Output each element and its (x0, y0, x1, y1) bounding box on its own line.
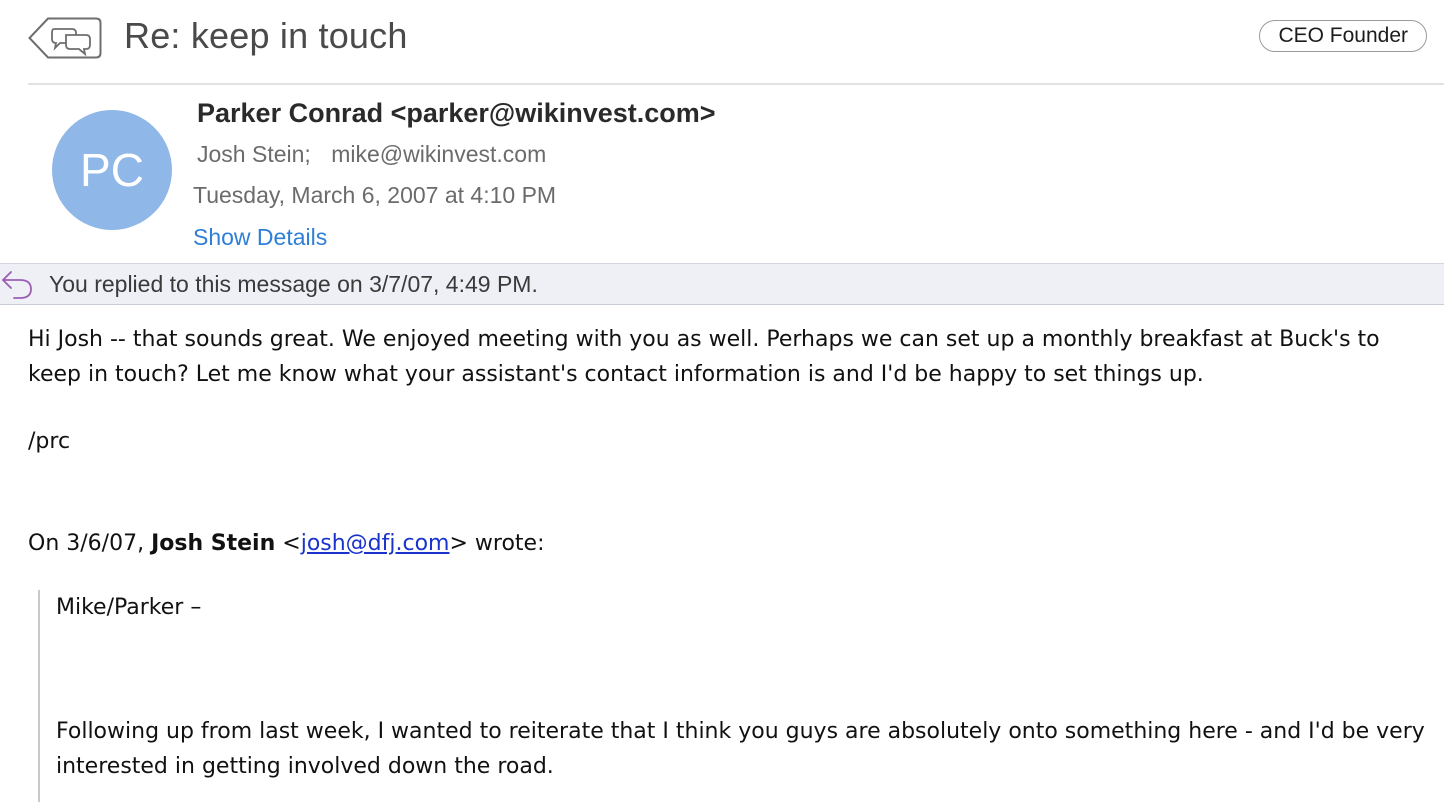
body-paragraph: Hi Josh -- that sounds great. We enjoyed… (28, 327, 1380, 387)
reply-arrow-icon (2, 271, 32, 299)
email-reader: Re: keep in touch CEO Founder PC Parker … (0, 0, 1444, 802)
attribution-name: Josh Stein (151, 531, 276, 556)
replied-banner-text: You replied to this message on 3/7/07, 4… (49, 271, 538, 297)
attribution-open: < (275, 531, 301, 556)
message-header: Re: keep in touch CEO Founder (0, 0, 1444, 85)
quote-attribution: On 3/6/07, Josh Stein <josh@dfj.com> wro… (28, 526, 545, 561)
category-tag[interactable]: CEO Founder (1259, 20, 1427, 52)
attribution-email-link[interactable]: josh@dfj.com (301, 531, 450, 556)
show-details-link[interactable]: Show Details (193, 224, 327, 251)
attribution-suffix: > wrote: (449, 531, 545, 556)
conversation-back-icon (28, 17, 102, 59)
quoted-greeting: Mike/Parker – (56, 595, 202, 620)
sender-from[interactable]: Parker Conrad <parker@wikinvest.com> (197, 98, 716, 129)
header-divider (28, 83, 1444, 85)
attribution-prefix: On 3/6/07, (28, 531, 152, 556)
recipients-line: Josh Stein; mike@wikinvest.com (197, 141, 546, 168)
quoted-message: Mike/Parker – Following up from last wee… (38, 590, 1430, 802)
recipient-mike[interactable]: mike@wikinvest.com (331, 141, 546, 167)
replied-banner: You replied to this message on 3/7/07, 4… (0, 263, 1444, 305)
body-signature: /prc (28, 429, 71, 454)
conversation-back-button[interactable] (28, 17, 102, 59)
recipient-josh[interactable]: Josh Stein; (197, 141, 311, 167)
quoted-paragraph: Following up from last week, I wanted to… (56, 719, 1425, 779)
message-subject: Re: keep in touch (124, 15, 408, 56)
message-datetime: Tuesday, March 6, 2007 at 4:10 PM (193, 182, 557, 208)
sender-avatar: PC (52, 110, 172, 230)
